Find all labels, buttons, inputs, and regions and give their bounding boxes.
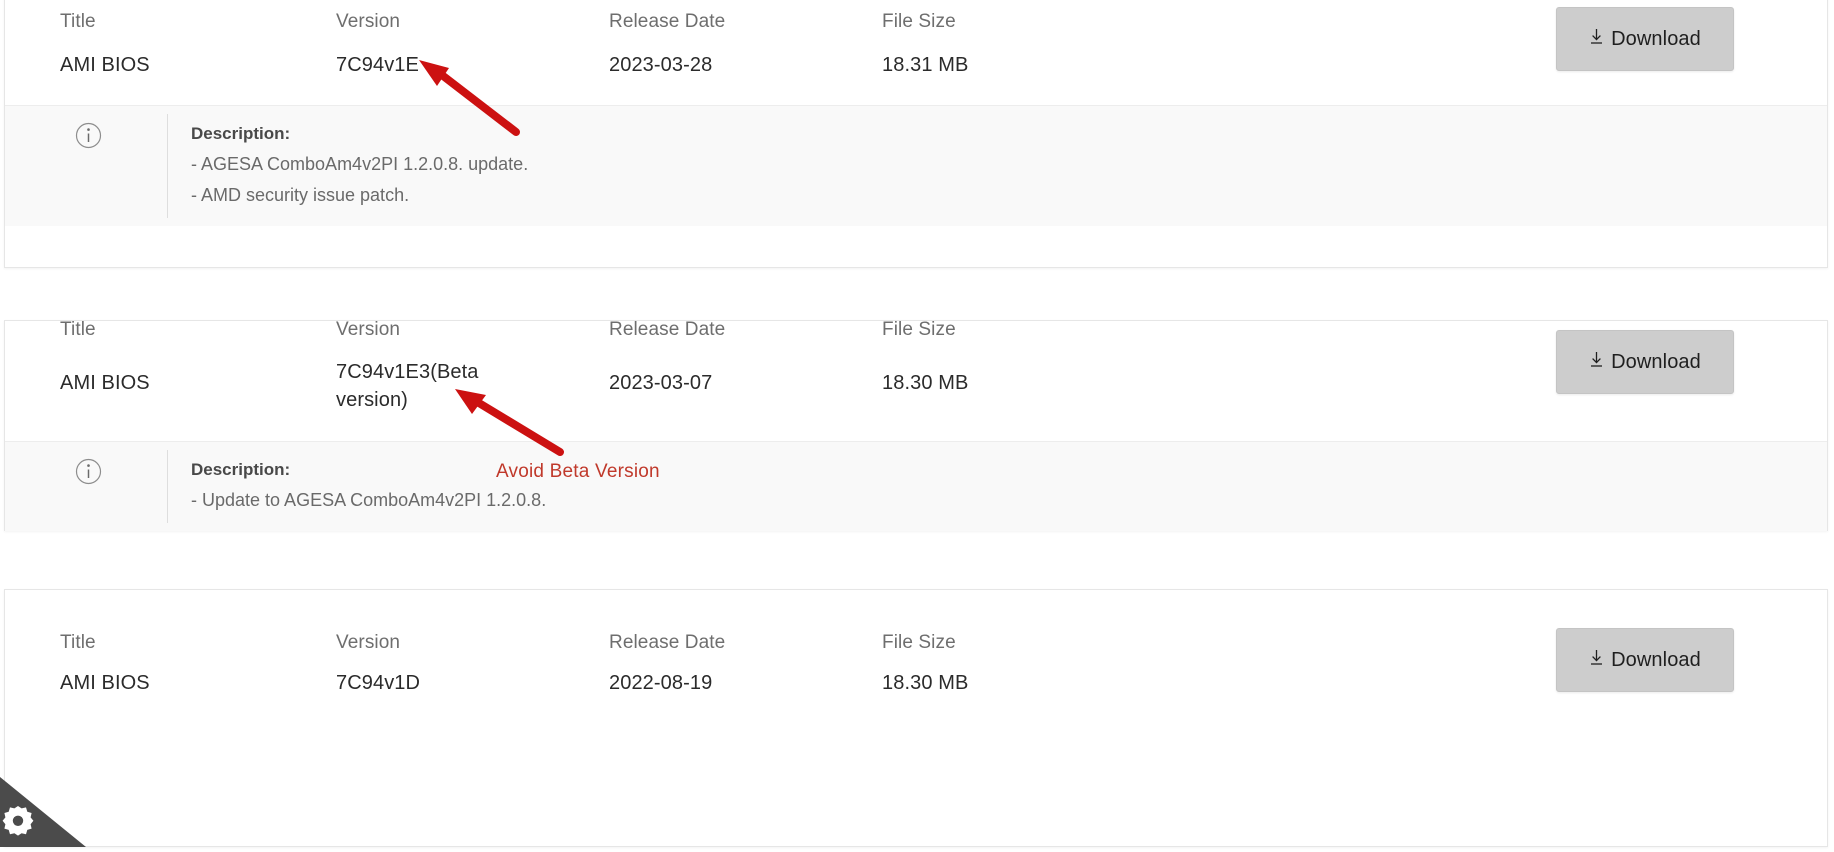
- description-divider: [167, 114, 168, 218]
- column-header-release-date: Release Date: [609, 319, 726, 340]
- info-icon: [75, 122, 102, 154]
- download-button-label: Download: [1611, 648, 1701, 671]
- bios-release-date-value: 2023-03-07: [609, 372, 713, 394]
- bios-file-size-value: 18.30 MB: [882, 672, 969, 694]
- description-line: - AMD security issue patch.: [191, 185, 410, 205]
- download-icon: [1589, 649, 1604, 671]
- bios-version-value: 7C94v1D: [336, 672, 421, 694]
- bios-description-panel: Description: - Update to AGESA ComboAm4v…: [5, 441, 1827, 531]
- bios-card-summary: Title AMI BIOS Version 7C94v1E Release D…: [5, 0, 1827, 105]
- download-icon: [1589, 351, 1604, 373]
- bios-release-date-value: 2023-03-28: [609, 54, 713, 76]
- bios-download-list: Title AMI BIOS Version 7C94v1E Release D…: [0, 0, 1834, 847]
- bios-card-summary: Title AMI BIOS Version 7C94v1E3(Beta ver…: [5, 319, 1827, 441]
- column-header-title: Title: [60, 11, 96, 32]
- description-divider: [167, 450, 168, 523]
- download-icon: [1589, 28, 1604, 50]
- column-header-release-date: Release Date: [609, 632, 726, 653]
- download-button-label: Download: [1611, 350, 1701, 373]
- column-header-title: Title: [60, 319, 96, 340]
- download-button[interactable]: Download: [1556, 628, 1734, 692]
- column-header-file-size: File Size: [882, 11, 956, 32]
- description-line: - Update to AGESA ComboAm4v2PI 1.2.0.8.: [191, 490, 547, 510]
- description-line: - AGESA ComboAm4v2PI 1.2.0.8. update.: [191, 154, 529, 174]
- description-label: Description:: [191, 124, 291, 143]
- bios-title-value: AMI BIOS: [60, 54, 150, 76]
- bios-file-size-value: 18.30 MB: [882, 372, 969, 394]
- bios-description-panel: Description: - AGESA ComboAm4v2PI 1.2.0.…: [5, 105, 1827, 226]
- bios-title-value: AMI BIOS: [60, 672, 150, 694]
- bios-card: Title AMI BIOS Version 7C94v1E Release D…: [4, 0, 1828, 268]
- bios-version-value: 7C94v1E3(Beta version): [336, 361, 479, 411]
- column-header-file-size: File Size: [882, 632, 956, 653]
- column-header-title: Title: [60, 632, 96, 653]
- column-header-file-size: File Size: [882, 319, 956, 340]
- bios-card-summary: Title AMI BIOS Version 7C94v1D Release D…: [5, 590, 1827, 730]
- column-header-release-date: Release Date: [609, 11, 726, 32]
- column-header-version: Version: [336, 11, 401, 32]
- info-icon: [75, 458, 102, 490]
- bios-card: Title AMI BIOS Version 7C94v1D Release D…: [4, 589, 1828, 847]
- bios-title-value: AMI BIOS: [60, 372, 150, 394]
- bios-card: Title AMI BIOS Version 7C94v1E3(Beta ver…: [4, 319, 1828, 531]
- description-label: Description:: [191, 460, 291, 479]
- download-button[interactable]: Download: [1556, 330, 1734, 394]
- column-header-version: Version: [336, 632, 401, 653]
- download-button[interactable]: Download: [1556, 7, 1734, 71]
- download-button-label: Download: [1611, 27, 1701, 50]
- bios-version-value: 7C94v1E: [336, 54, 419, 76]
- column-header-version: Version: [336, 319, 401, 340]
- bios-file-size-value: 18.31 MB: [882, 54, 969, 76]
- bios-release-date-value: 2022-08-19: [609, 672, 713, 694]
